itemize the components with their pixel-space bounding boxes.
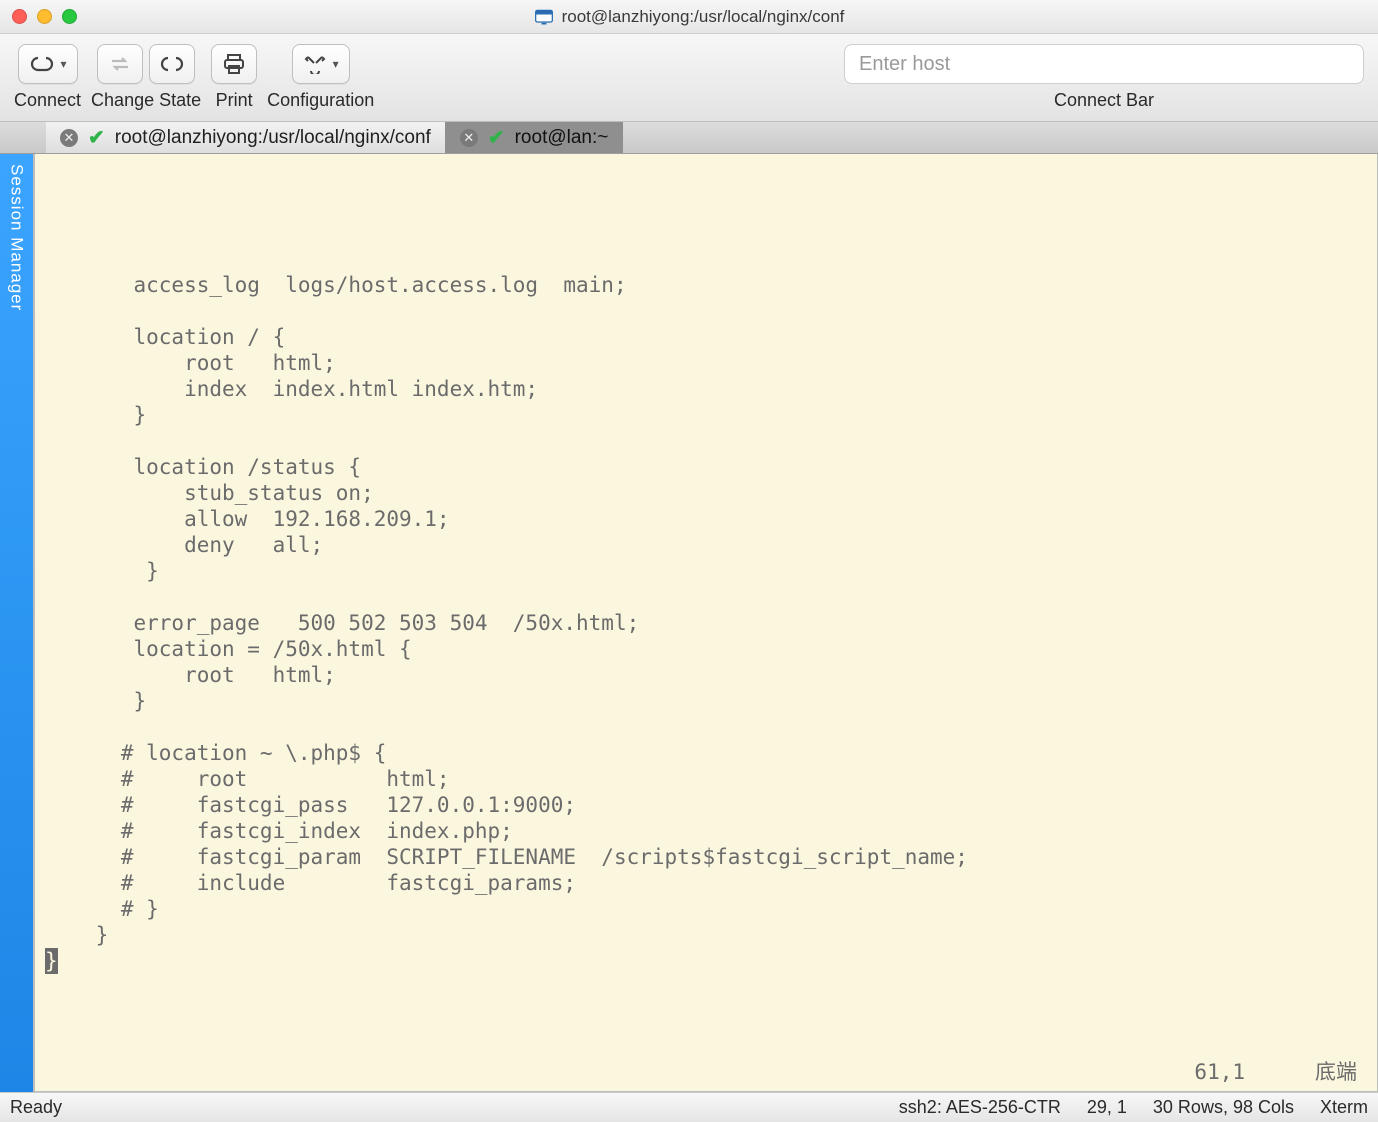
print-button[interactable] xyxy=(211,44,257,84)
terminal-line: } xyxy=(45,689,146,713)
terminal-line: location / { xyxy=(45,325,285,349)
close-tab-icon[interactable]: ✕ xyxy=(460,129,478,147)
terminal-line: } xyxy=(45,559,159,583)
connect-bar-group: Connect Bar xyxy=(844,44,1364,111)
window-title: root@lanzhiyong:/usr/local/nginx/conf xyxy=(0,7,1378,27)
terminal-line: stub_status on; xyxy=(45,481,374,505)
tab-active[interactable]: ✕ ✔ root@lanzhiyong:/usr/local/nginx/con… xyxy=(46,122,446,153)
titlebar: root@lanzhiyong:/usr/local/nginx/conf xyxy=(0,0,1378,34)
terminal-line: } xyxy=(45,403,146,427)
terminal-line: location /status { xyxy=(45,455,361,479)
app-icon xyxy=(534,7,554,27)
vim-position: 61,1 xyxy=(1194,1059,1245,1085)
print-label: Print xyxy=(216,90,253,111)
status-termtype: Xterm xyxy=(1320,1097,1368,1118)
connect-label: Connect xyxy=(14,90,81,111)
tab-title: root@lan:~ xyxy=(515,127,609,149)
status-cursor: 29, 1 xyxy=(1087,1097,1127,1118)
session-manager-handle[interactable]: Session Manager xyxy=(0,154,34,1092)
terminal-line: # } xyxy=(45,897,159,921)
chevron-down-icon: ▾ xyxy=(333,57,339,71)
terminal-line: error_page 500 502 503 504 /50x.html; xyxy=(45,611,639,635)
configuration-group: ▾ Configuration xyxy=(267,44,374,111)
terminal-line: allow 192.168.209.1; xyxy=(45,507,450,531)
change-state-label: Change State xyxy=(91,90,201,111)
status-dimensions: 30 Rows, 98 Cols xyxy=(1153,1097,1294,1118)
tab-title: root@lanzhiyong:/usr/local/nginx/conf xyxy=(115,127,431,149)
print-group: Print xyxy=(211,44,257,111)
connect-button[interactable]: ▾ xyxy=(18,44,78,84)
toolbar: ▾ Connect Change State Print ▾ xyxy=(0,34,1378,122)
status-left: Ready xyxy=(10,1097,62,1118)
host-input[interactable] xyxy=(844,44,1364,84)
window-title-text: root@lanzhiyong:/usr/local/nginx/conf xyxy=(562,7,845,27)
statusbar: Ready ssh2: AES-256-CTR 29, 1 30 Rows, 9… xyxy=(0,1092,1378,1122)
terminal-line: index index.html index.htm; xyxy=(45,377,538,401)
terminal[interactable]: access_log logs/host.access.log main; lo… xyxy=(34,154,1378,1092)
terminal-line: # fastcgi_pass 127.0.0.1:9000; xyxy=(45,793,576,817)
terminal-line: # root html; xyxy=(45,767,450,791)
configuration-label: Configuration xyxy=(267,90,374,111)
terminal-line: access_log logs/host.access.log main; xyxy=(45,273,627,297)
chevron-down-icon: ▾ xyxy=(61,57,67,71)
vim-mode: 底端 xyxy=(1315,1059,1357,1085)
terminal-line: # fastcgi_param SCRIPT_FILENAME /scripts… xyxy=(45,845,968,869)
change-state-group: Change State xyxy=(91,44,201,111)
work-area: Session Manager access_log logs/host.acc… xyxy=(0,154,1378,1092)
terminal-cursor: } xyxy=(45,948,58,974)
check-icon: ✔ xyxy=(488,125,505,150)
status-connection: ssh2: AES-256-CTR xyxy=(899,1097,1061,1118)
tabs-row: ✕ ✔ root@lanzhiyong:/usr/local/nginx/con… xyxy=(0,122,1378,154)
terminal-line: # include fastcgi_params; xyxy=(45,871,576,895)
check-icon: ✔ xyxy=(88,125,105,150)
terminal-line: root html; xyxy=(45,663,336,687)
tab-inactive[interactable]: ✕ ✔ root@lan:~ xyxy=(446,122,624,153)
vim-status: 61,1 底端 xyxy=(1194,1059,1357,1085)
terminal-line: # location ~ \.php$ { xyxy=(45,741,386,765)
close-tab-icon[interactable]: ✕ xyxy=(60,129,78,147)
connect-group: ▾ Connect xyxy=(14,44,81,111)
terminal-line: root html; xyxy=(45,351,336,375)
disconnect-button[interactable] xyxy=(149,44,195,84)
terminal-line: deny all; xyxy=(45,533,323,557)
configuration-button[interactable]: ▾ xyxy=(292,44,350,84)
terminal-line: } xyxy=(45,923,108,947)
reconnect-button[interactable] xyxy=(97,44,143,84)
terminal-line: location = /50x.html { xyxy=(45,637,412,661)
terminal-line: # fastcgi_index index.php; xyxy=(45,819,513,843)
connect-bar-label: Connect Bar xyxy=(1054,90,1154,111)
